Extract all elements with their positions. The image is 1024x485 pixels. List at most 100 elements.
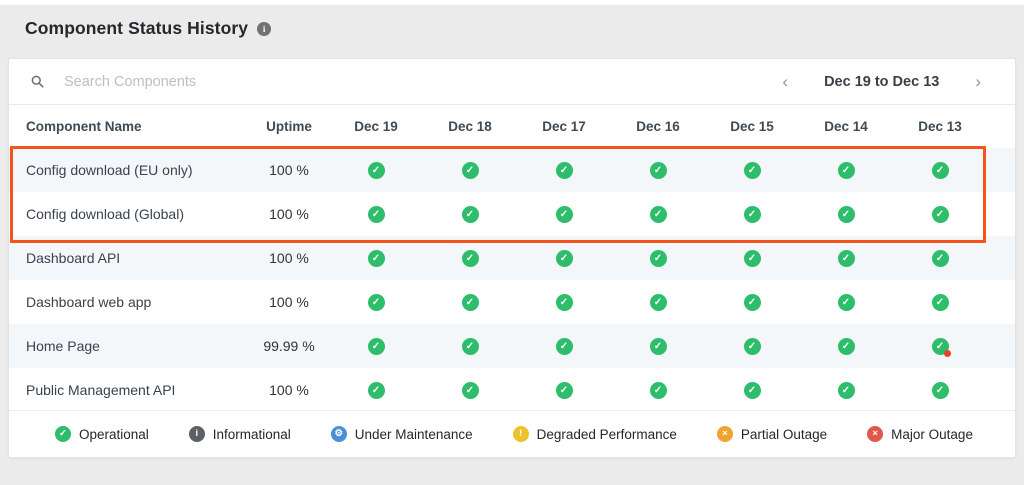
check-circle-icon[interactable]: ✓ [837, 249, 855, 267]
status-cell: ✓ [705, 337, 799, 355]
check-circle-icon[interactable]: ✓ [743, 381, 761, 399]
info-circle-icon: i [188, 426, 205, 442]
check-circle-icon[interactable]: ✓ [555, 161, 573, 179]
check-circle-icon[interactable]: ✓ [743, 293, 761, 311]
check-circle-icon[interactable]: ✓ [931, 205, 949, 223]
check-circle-icon[interactable]: ✓ [367, 205, 385, 223]
status-cell: ✓ [329, 249, 423, 267]
check-circle-icon[interactable]: ✓ [461, 293, 479, 311]
column-header: Dec 17 [542, 119, 586, 134]
status-cell: ✓ [329, 161, 423, 179]
check-circle-icon[interactable]: ✓ [931, 249, 949, 267]
check-circle-icon[interactable]: ✓ [837, 205, 855, 223]
column-header: Component Name [26, 119, 142, 134]
check-circle-icon[interactable]: ✓ [931, 381, 949, 399]
uptime-value: 100 % [269, 162, 309, 178]
info-icon[interactable]: i [257, 21, 272, 36]
status-cell: ✓ [517, 205, 611, 223]
check-circle-icon: ✓ [55, 426, 71, 442]
check-circle-icon[interactable]: ✓ [649, 337, 667, 355]
check-circle-icon[interactable]: ✓ [367, 249, 385, 267]
legend-label: Degraded Performance [536, 426, 677, 442]
status-cell: ✓ [705, 249, 799, 267]
table-row: Dashboard web app 100 % ✓ ✓ ✓ ✓ ✓ ✓ ✓ [9, 280, 1015, 324]
check-circle-icon[interactable]: ✓ [461, 381, 479, 399]
check-circle-icon[interactable]: ✓ [649, 293, 667, 311]
toolbar: ‹ Dec 19 to Dec 13 › [9, 59, 1015, 105]
incident-dot-icon [943, 349, 951, 357]
check-circle-icon[interactable]: ✓ [743, 205, 761, 223]
check-circle-icon[interactable]: ✓ [461, 205, 479, 223]
status-cell: ✓ [611, 381, 705, 399]
status-cell: ✓ [517, 337, 611, 355]
check-circle-icon[interactable]: ✓ [649, 249, 667, 267]
status-cell: ✓ [705, 293, 799, 311]
check-circle-icon[interactable]: ✓ [649, 381, 667, 399]
column-header: Dec 14 [824, 119, 868, 134]
status-cell: ✓ [799, 205, 893, 223]
component-name: Config download (Global) [26, 206, 184, 222]
search-input[interactable] [62, 72, 777, 91]
check-circle-icon[interactable]: ✓ [555, 293, 573, 311]
check-circle-icon[interactable]: ✓ [837, 381, 855, 399]
x-circle-icon: × [716, 426, 733, 442]
table-header-row: Component Name Uptime Dec 19 Dec 18 Dec 17 De… [9, 105, 1015, 148]
check-circle-icon[interactable]: ✓ [931, 337, 951, 357]
check-circle-icon[interactable]: ✓ [555, 205, 573, 223]
table-row: Public Management API 100 % ✓ ✓ ✓ ✓ ✓ ✓ ✓ [9, 368, 1015, 412]
column-header: Dec 15 [730, 119, 774, 134]
search-icon [31, 75, 44, 88]
check-circle-icon[interactable]: ✓ [743, 249, 761, 267]
check-circle-icon[interactable]: ✓ [461, 337, 479, 355]
legend-item: ✓ Operational [55, 426, 149, 442]
status-history-card: ‹ Dec 19 to Dec 13 › Component Name Uptim… [8, 58, 1016, 458]
check-circle-icon[interactable]: ✓ [649, 205, 667, 223]
legend-label: Major Outage [891, 426, 973, 442]
status-cell: ✓ [611, 337, 705, 355]
check-circle-icon[interactable]: ✓ [461, 249, 479, 267]
check-circle-icon[interactable]: ✓ [461, 161, 479, 179]
uptime-value: 100 % [269, 294, 309, 310]
table-body: Config download (EU only) 100 % ✓ ✓ ✓ ✓ ✓ ✓ ✓ Con… [9, 148, 1015, 412]
check-circle-icon[interactable]: ✓ [837, 293, 855, 311]
status-cell: ✓ [423, 249, 517, 267]
prev-date-range-button[interactable]: ‹ [776, 71, 794, 92]
check-circle-icon[interactable]: ✓ [367, 381, 385, 399]
status-cell: ✓ [705, 205, 799, 223]
exclamation-circle-icon: ! [512, 426, 529, 442]
status-cell: ✓ [893, 381, 987, 399]
status-cell: ✓ [517, 161, 611, 179]
page-header: Component Status History i [25, 18, 272, 39]
status-cell: ✓ [517, 293, 611, 311]
check-circle-icon[interactable]: ✓ [555, 337, 573, 355]
check-circle-icon[interactable]: ✓ [931, 293, 949, 311]
check-circle-icon[interactable]: ✓ [367, 161, 385, 179]
check-circle-icon[interactable]: ✓ [555, 249, 573, 267]
legend-label: Partial Outage [740, 426, 828, 442]
status-cell: ✓ [517, 249, 611, 267]
top-strip [0, 0, 1024, 5]
check-circle-icon[interactable]: ✓ [743, 161, 761, 179]
next-date-range-button[interactable]: › [969, 71, 987, 92]
check-circle-icon[interactable]: ✓ [367, 337, 385, 355]
status-cell: ✓ [799, 381, 893, 399]
uptime-value: 100 % [269, 206, 309, 222]
status-cell: ✓ [423, 161, 517, 179]
x-circle-icon: × [867, 426, 884, 442]
uptime-value: 99.99 % [263, 338, 315, 354]
status-cell: ✓ [517, 381, 611, 399]
status-cell: ✓ [611, 293, 705, 311]
status-cell: ✓ [611, 161, 705, 179]
check-circle-icon[interactable]: ✓ [555, 381, 573, 399]
check-circle-icon[interactable]: ✓ [837, 161, 855, 179]
component-name: Dashboard API [26, 250, 121, 266]
status-cell: ✓ [893, 337, 987, 357]
check-circle-icon[interactable]: ✓ [649, 161, 667, 179]
column-header: Dec 18 [448, 119, 492, 134]
status-cell: ✓ [329, 337, 423, 355]
check-circle-icon[interactable]: ✓ [367, 293, 385, 311]
table-row: Config download (Global) 100 % ✓ ✓ ✓ ✓ ✓ ✓ ✓ [9, 192, 1015, 236]
check-circle-icon[interactable]: ✓ [931, 161, 949, 179]
check-circle-icon[interactable]: ✓ [743, 337, 761, 355]
check-circle-icon[interactable]: ✓ [837, 337, 855, 355]
